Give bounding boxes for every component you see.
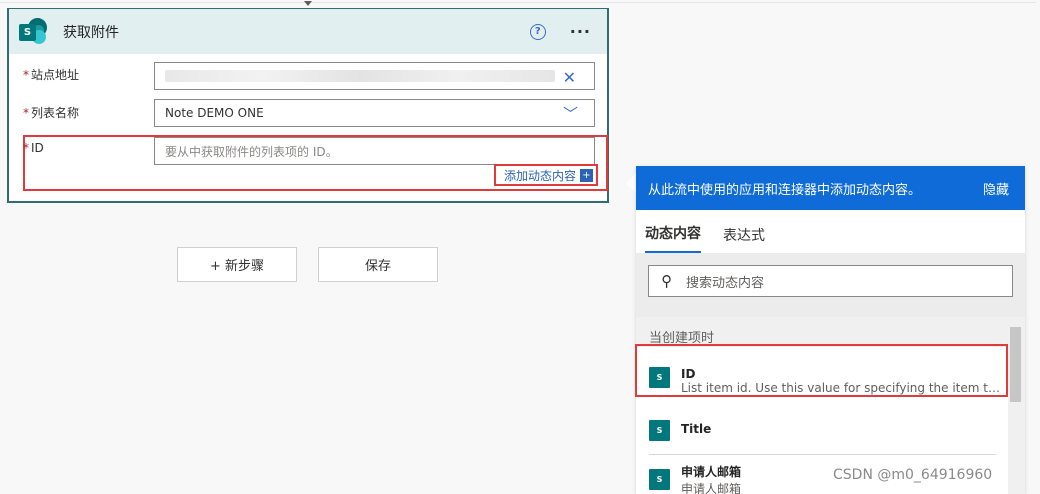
search-area: ⚲ 搜索动态内容 xyxy=(636,253,1025,317)
section-title: 当创建项时 xyxy=(636,317,1025,347)
search-icon: ⚲ xyxy=(661,272,672,290)
new-step-button[interactable]: + 新步骤 xyxy=(177,247,297,282)
scroll-thumb[interactable] xyxy=(1010,327,1021,402)
id-placeholder: 要从中获取附件的列表项的 ID。 xyxy=(165,144,338,159)
card-header[interactable]: S 获取附件 ? ··· xyxy=(9,8,607,54)
list-name-label: * 列表名称 xyxy=(23,106,80,120)
watermark: CSDN @m0_64916960 xyxy=(833,467,993,483)
hide-button[interactable]: 隐藏 xyxy=(983,179,1009,198)
list-name-value: Note DEMO ONE xyxy=(165,106,264,120)
id-input[interactable]: 要从中获取附件的列表项的 ID。 xyxy=(154,137,595,165)
chevron-down-icon[interactable]: ﹀ xyxy=(563,103,578,124)
connector-caret-icon xyxy=(304,1,312,6)
tab-expression[interactable]: 表达式 xyxy=(723,225,765,253)
tab-dynamic-content[interactable]: 动态内容 xyxy=(645,223,701,253)
separator xyxy=(649,454,996,455)
top-divider xyxy=(0,2,1036,3)
sharepoint-icon: S xyxy=(649,420,670,441)
redacted-site-url xyxy=(165,70,555,82)
help-icon[interactable]: ? xyxy=(529,23,546,40)
item-name: Title xyxy=(681,422,712,436)
add-dynamic-content-link[interactable]: 添加动态内容 + xyxy=(494,164,598,186)
get-attachments-card: S 获取附件 ? ··· * 站点地址 ✕ * 列表名称 Note DEMO ONE… xyxy=(7,8,609,203)
sharepoint-logo-icon: S xyxy=(19,17,47,46)
save-button[interactable]: 保存 xyxy=(318,247,438,282)
plus-icon: + xyxy=(580,168,593,182)
list-item-title[interactable]: S Title xyxy=(636,420,1008,441)
id-item-highlight xyxy=(635,344,1008,397)
dynamic-content-panel: 从此流中使用的应用和连接器中添加动态内容。 隐藏 动态内容 表达式 ⚲ 搜索动态… xyxy=(636,166,1025,494)
site-address-label: * 站点地址 xyxy=(23,68,80,82)
clear-icon[interactable]: ✕ xyxy=(563,68,576,87)
search-input[interactable]: ⚲ 搜索动态内容 xyxy=(648,265,1013,297)
panel-header: 从此流中使用的应用和连接器中添加动态内容。 隐藏 xyxy=(636,166,1025,210)
panel-header-text: 从此流中使用的应用和连接器中添加动态内容。 xyxy=(648,182,922,198)
list-name-dropdown[interactable]: Note DEMO ONE ﹀ xyxy=(154,99,595,127)
id-label: * ID xyxy=(23,141,44,155)
card-title: 获取附件 xyxy=(63,24,119,41)
sharepoint-icon: S xyxy=(649,469,670,490)
search-placeholder: 搜索动态内容 xyxy=(686,275,765,291)
panel-tabs: 动态内容 表达式 xyxy=(636,210,1025,253)
site-address-input[interactable]: ✕ xyxy=(154,62,595,90)
more-options-icon[interactable]: ··· xyxy=(570,22,591,41)
